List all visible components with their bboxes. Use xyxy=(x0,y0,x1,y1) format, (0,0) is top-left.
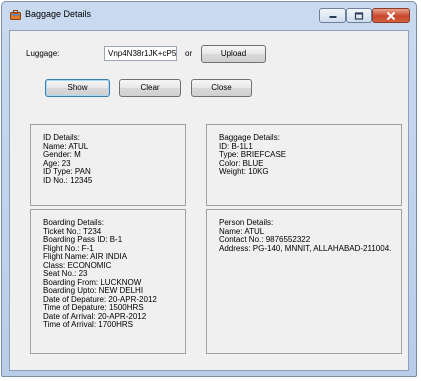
upload-button[interactable]: Upload xyxy=(201,45,266,63)
form-client-area: Luggage: Vnp4N38r1JK+cP5c or Upload Show… xyxy=(9,30,409,371)
id-details-text: ID Details: Name: ATUL Gender: M Age: 23 ID … xyxy=(43,133,93,185)
baggage-app-icon xyxy=(10,10,21,20)
app-window: Baggage Details Luggage: Vnp4N38r1JK+cP5… xyxy=(1,1,417,377)
close-window-button[interactable] xyxy=(372,8,410,23)
minimize-button[interactable] xyxy=(319,8,346,23)
boarding-details-text: Boarding Details: Ticket No.: T234 Boardin… xyxy=(43,218,157,330)
baggage-details-panel: Baggage Details: ID: B-1L1 Type: BRIEFCASE… xyxy=(206,124,402,206)
luggage-label: Luggage: xyxy=(26,49,60,58)
minimize-icon xyxy=(329,15,336,18)
person-details-panel: Person Details: Name: ATUL Contact No.: 98… xyxy=(206,209,402,354)
maximize-button[interactable] xyxy=(346,8,372,23)
detail-line: Weight: 10KG xyxy=(219,167,269,176)
detail-line: ID No.: 12345 xyxy=(43,175,93,185)
title-bar[interactable]: Baggage Details xyxy=(2,2,416,29)
window-title: Baggage Details xyxy=(25,9,92,19)
close-button[interactable]: Close xyxy=(191,79,252,97)
boarding-details-panel: Boarding Details: Ticket No.: T234 Boardin… xyxy=(30,209,186,354)
baggage-details-text: Baggage Details: ID: B-1L1 Type: BRIEFCASE… xyxy=(219,133,286,177)
show-button[interactable]: Show xyxy=(45,79,110,97)
close-icon xyxy=(386,11,396,20)
person-details-text: Person Details: Name: ATUL Contact No.: 98… xyxy=(219,218,392,253)
or-label: or xyxy=(185,49,193,58)
clear-button[interactable]: Clear xyxy=(119,79,181,97)
luggage-input[interactable]: Vnp4N38r1JK+cP5c xyxy=(104,46,177,61)
detail-line: Time of Arrival: 1700HRS xyxy=(43,320,133,329)
id-details-panel: ID Details: Name: ATUL Gender: M Age: 23 ID … xyxy=(30,124,186,206)
detail-line: Address: PG-140, MNNIT, ALLAHABAD-211004… xyxy=(219,243,392,253)
maximize-icon xyxy=(354,11,364,20)
